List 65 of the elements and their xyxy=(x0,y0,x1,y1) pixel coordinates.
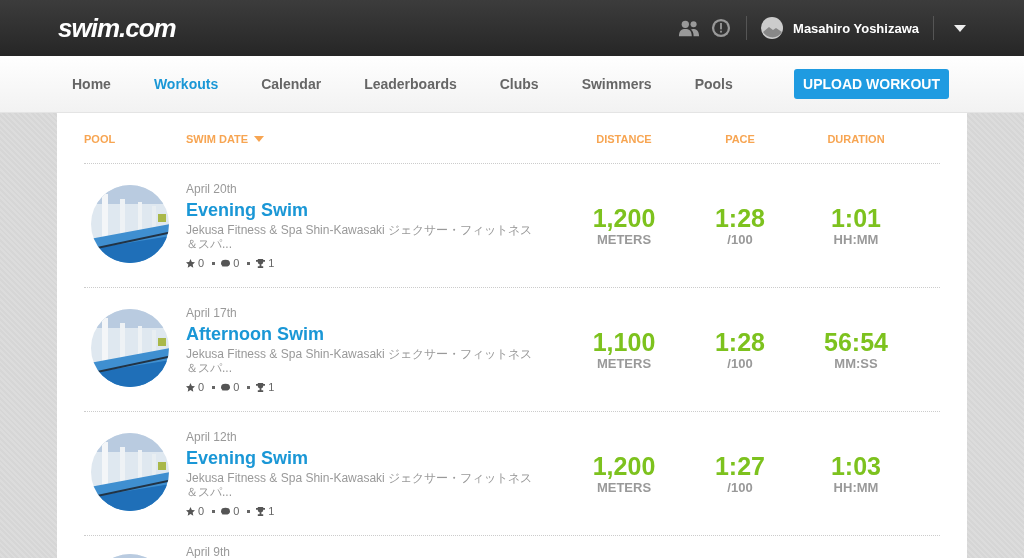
trophies-count: 1 xyxy=(268,505,275,517)
nav-tab[interactable]: Swimmers xyxy=(581,76,652,92)
avatar-icon[interactable] xyxy=(761,17,784,39)
nav-tab[interactable]: Workouts xyxy=(153,76,219,92)
distance-value: 1,200 xyxy=(592,452,656,480)
trophies-count: 1 xyxy=(268,257,275,269)
nav-tab[interactable]: Calendar xyxy=(261,76,322,92)
people-icon[interactable] xyxy=(678,18,701,38)
distance-unit: METERS xyxy=(596,480,652,495)
duration-value: 1:03 xyxy=(830,452,881,480)
pool-name: Jekusa Fitness & Spa Shin-Kawasaki ジェクサー・フィットネス＆スパ... xyxy=(186,347,534,375)
comments-count: 0 xyxy=(233,505,240,517)
upload-workout-button[interactable]: UPLOAD WORKOUT xyxy=(794,69,949,99)
column-header[interactable]: PACE xyxy=(682,133,798,145)
column-header[interactable]: POOL xyxy=(84,133,186,145)
pace-value: 1:28 xyxy=(714,328,765,356)
duration-value: 56:54 xyxy=(824,328,888,356)
workout-title-link[interactable]: Evening Swim xyxy=(186,448,309,469)
nav-tab[interactable]: Leaderboards xyxy=(364,76,457,92)
workout-title-link[interactable]: Afternoon Swim xyxy=(186,324,324,345)
column-header[interactable]: DISTANCE xyxy=(566,133,682,145)
column-header[interactable]: SWIM DATE xyxy=(186,133,249,145)
likes-count: 0 xyxy=(198,381,205,393)
pace-unit: /100 xyxy=(727,356,753,371)
pool-name: Jekusa Fitness & Spa Shin-Kawasaki ジェクサー・フィットネス＆スパ... xyxy=(186,471,534,499)
trophy-icon[interactable] xyxy=(256,382,266,392)
comment-icon[interactable] xyxy=(221,258,231,268)
duration-value: 1:01 xyxy=(830,204,881,232)
pace-unit: /100 xyxy=(727,480,753,495)
swim-date: April 20th xyxy=(186,182,237,196)
nav-tab[interactable]: Home xyxy=(72,76,111,92)
distance-value: 1,200 xyxy=(592,204,656,232)
pace-unit: /100 xyxy=(727,232,753,247)
user-name[interactable]: Masahiro Yoshizawa xyxy=(793,20,919,36)
logo[interactable]: swim.com xyxy=(58,12,176,44)
trophy-icon[interactable] xyxy=(256,506,266,516)
star-icon[interactable] xyxy=(186,258,195,268)
star-icon[interactable] xyxy=(186,382,195,392)
duration-unit: MM:SS xyxy=(834,356,878,371)
likes-count: 0 xyxy=(198,257,205,269)
comment-icon[interactable] xyxy=(221,506,231,516)
trophies-count: 1 xyxy=(268,381,275,393)
workout-title-link[interactable]: Evening Swim xyxy=(186,200,309,221)
swim-date: April 12th xyxy=(186,430,237,444)
distance-unit: METERS xyxy=(596,232,652,247)
caret-icon[interactable] xyxy=(954,24,966,32)
comments-count: 0 xyxy=(233,381,240,393)
distance-unit: METERS xyxy=(596,356,652,371)
duration-unit: HH:MM xyxy=(833,232,879,247)
distance-value: 1,100 xyxy=(592,328,656,356)
comments-count: 0 xyxy=(233,257,240,269)
swim-date: April 17th xyxy=(186,306,237,320)
column-header[interactable]: DURATION xyxy=(798,133,914,145)
duration-unit: HH:MM xyxy=(833,480,879,495)
nav-tab[interactable]: Clubs xyxy=(499,76,539,92)
pace-value: 1:27 xyxy=(714,452,765,480)
trophy-icon[interactable] xyxy=(256,258,266,268)
comment-icon[interactable] xyxy=(221,382,231,392)
pace-value: 1:28 xyxy=(714,204,765,232)
swim-date: April 9th xyxy=(186,545,231,558)
pool-name: Jekusa Fitness & Spa Shin-Kawasaki ジェクサー・フィットネス＆スパ... xyxy=(186,223,534,251)
star-icon[interactable] xyxy=(186,506,195,516)
likes-count: 0 xyxy=(198,505,205,517)
nav-tab[interactable]: Pools xyxy=(694,76,733,92)
alert-icon[interactable] xyxy=(710,18,733,38)
